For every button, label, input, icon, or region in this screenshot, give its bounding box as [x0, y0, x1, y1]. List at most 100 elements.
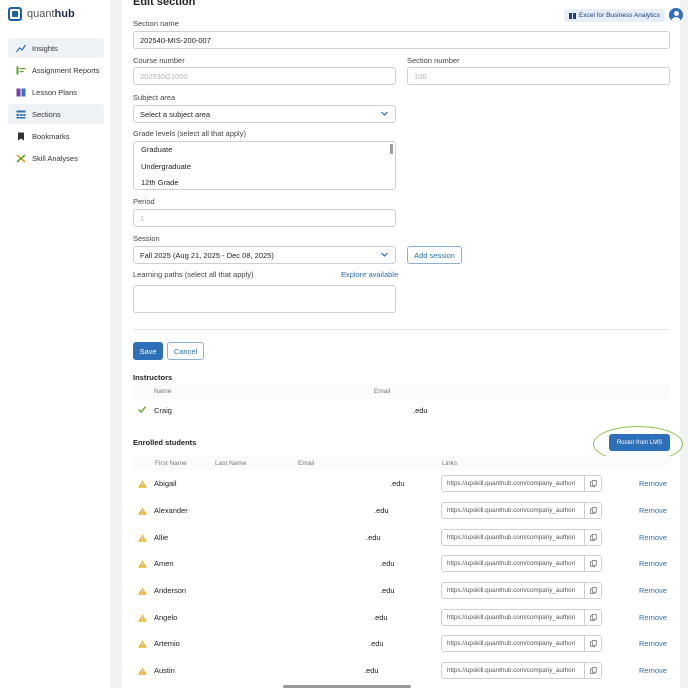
- quanthub-logo-icon: [8, 7, 22, 21]
- student-link-text: https://upskill.quanthub.com/company_aut…: [447, 507, 576, 514]
- warning-icon: [138, 507, 147, 515]
- user-avatar-icon[interactable]: [669, 8, 683, 22]
- sidebar-item-label: Lesson Plans: [32, 87, 78, 97]
- remove-student-button[interactable]: Remove: [639, 586, 667, 595]
- student-link-field[interactable]: https://upskill.quanthub.com/company_aut…: [441, 529, 602, 546]
- subject-area-select[interactable]: Select a subject area: [133, 105, 396, 123]
- enrolled-students-title: Enrolled students: [133, 438, 197, 447]
- book-icon: [569, 12, 576, 19]
- copy-icon[interactable]: [584, 583, 601, 598]
- course-chip[interactable]: Excel for Business Analytics: [564, 9, 665, 22]
- grade-level-option[interactable]: Graduate: [134, 142, 395, 159]
- warning-icon: [138, 587, 147, 595]
- sidebar-item-skill-analyses[interactable]: Skill Analyses: [8, 148, 104, 168]
- grade-level-option[interactable]: Undergraduate: [134, 159, 395, 176]
- grade-level-option[interactable]: 12th Grade: [134, 175, 395, 189]
- sidebar: quanthubquanthub Insights Assignment Rep…: [0, 0, 110, 688]
- warning-icon: [138, 480, 147, 488]
- student-link-text: https://upskill.quanthub.com/company_aut…: [447, 534, 576, 541]
- course-number-input[interactable]: 202530G1000: [133, 67, 396, 85]
- report-icon: [16, 66, 26, 74]
- warning-icon: [138, 534, 147, 542]
- student-first-name: Anderson: [154, 586, 187, 595]
- copy-icon[interactable]: [584, 476, 601, 491]
- section-number-input[interactable]: 100: [407, 67, 670, 85]
- student-first-name: Angelo: [154, 613, 178, 622]
- save-button[interactable]: Save: [133, 342, 163, 360]
- sidebar-item-label: Assignment Reports: [32, 65, 100, 75]
- sidebar-item-sections[interactable]: Sections: [8, 104, 104, 124]
- instructor-email: .edu: [413, 406, 428, 415]
- add-session-button[interactable]: Add session: [407, 246, 462, 264]
- student-link-field[interactable]: https://upskill.quanthub.com/company_aut…: [441, 502, 602, 519]
- copy-icon[interactable]: [584, 663, 601, 678]
- section-name-input[interactable]: 202540-MIS-200-007: [133, 31, 670, 49]
- column-header-email: Email: [298, 460, 315, 467]
- remove-student-button[interactable]: Remove: [639, 639, 667, 648]
- copy-icon[interactable]: [584, 636, 601, 651]
- column-header-links: Links: [442, 460, 458, 467]
- student-link-field[interactable]: https://upskill.quanthub.com/company_aut…: [441, 582, 602, 599]
- sidebar-item-assignment-reports[interactable]: Assignment Reports: [8, 60, 104, 80]
- student-link-text: https://upskill.quanthub.com/company_aut…: [447, 667, 576, 674]
- instructors-title: Instructors: [133, 373, 173, 382]
- period-input[interactable]: 1: [133, 209, 396, 227]
- copy-icon[interactable]: [584, 610, 601, 625]
- warning-icon: [138, 614, 147, 622]
- sidebar-item-bookmarks[interactable]: Bookmarks: [8, 126, 104, 146]
- course-number-label: Course number: [133, 56, 185, 65]
- remove-student-button[interactable]: Remove: [639, 559, 667, 568]
- remove-student-button[interactable]: Remove: [639, 533, 667, 542]
- warning-icon: [138, 667, 147, 675]
- student-link-field[interactable]: https://upskill.quanthub.com/company_aut…: [441, 662, 602, 679]
- student-first-name: Austin: [154, 666, 175, 675]
- student-first-name: Artemio: [154, 639, 180, 648]
- subject-area-label: Subject area: [133, 93, 176, 102]
- table-row: Allie .edu https://upskill.quanthub.com/co…: [133, 526, 670, 549]
- sidebar-item-lesson-plans[interactable]: Lesson Plans: [8, 82, 104, 102]
- learning-paths-label: Learning paths (select all that apply): [133, 270, 254, 279]
- student-first-name: Abigail: [154, 479, 177, 488]
- instructors-header-row: [133, 384, 670, 399]
- sections-icon: [16, 110, 26, 118]
- sidebar-item-insights[interactable]: Insights: [8, 38, 104, 58]
- table-row: Anderson .edu https://upskill.quanthub.com…: [133, 579, 670, 602]
- remove-student-button[interactable]: Remove: [639, 666, 667, 675]
- student-link-text: https://upskill.quanthub.com/company_aut…: [447, 640, 576, 647]
- chart-line-icon: [16, 44, 26, 52]
- book-icon: [16, 88, 26, 96]
- student-email: .edu: [369, 639, 384, 648]
- remove-student-button[interactable]: Remove: [639, 506, 667, 515]
- cancel-button[interactable]: Cancel: [167, 342, 204, 360]
- student-first-name: Alexander: [154, 506, 188, 515]
- student-link-text: https://upskill.quanthub.com/company_aut…: [447, 614, 576, 621]
- logo[interactable]: quanthubquanthub: [8, 7, 75, 21]
- remove-student-button[interactable]: Remove: [639, 613, 667, 622]
- student-link-field[interactable]: https://upskill.quanthub.com/company_aut…: [441, 475, 602, 492]
- student-link-field[interactable]: https://upskill.quanthub.com/company_aut…: [441, 555, 602, 572]
- remove-student-button[interactable]: Remove: [639, 479, 667, 488]
- sidebar-item-label: Insights: [32, 43, 58, 53]
- explore-available-link[interactable]: Explore available: [341, 270, 398, 279]
- student-first-name: Allie: [154, 533, 169, 542]
- session-value: Fall 2025 (Aug 21, 2025 - Dec 08, 2025): [140, 250, 274, 260]
- column-header-last-name: Last Name: [215, 460, 247, 467]
- column-header-email: Email: [374, 388, 391, 395]
- table-row: Alexander .edu https://upskill.quanthub.co…: [133, 499, 670, 522]
- copy-icon[interactable]: [584, 530, 601, 545]
- instructor-name: Craig: [154, 406, 172, 415]
- grade-levels-listbox[interactable]: Graduate Undergraduate 12th Grade: [133, 141, 396, 190]
- instructor-row: Craig .edu: [133, 399, 670, 421]
- divider: [133, 329, 670, 330]
- listbox-scrollbar[interactable]: [390, 144, 393, 154]
- check-icon: [138, 406, 146, 413]
- period-label: Period: [133, 197, 155, 206]
- copy-icon[interactable]: [584, 503, 601, 518]
- session-select[interactable]: Fall 2025 (Aug 21, 2025 - Dec 08, 2025): [133, 246, 396, 264]
- student-email: .edu: [380, 559, 395, 568]
- student-link-field[interactable]: https://upskill.quanthub.com/company_aut…: [441, 635, 602, 652]
- learning-paths-input[interactable]: [133, 285, 396, 313]
- copy-icon[interactable]: [584, 556, 601, 571]
- bookmark-icon: [18, 132, 24, 140]
- student-link-field[interactable]: https://upskill.quanthub.com/company_aut…: [441, 609, 602, 626]
